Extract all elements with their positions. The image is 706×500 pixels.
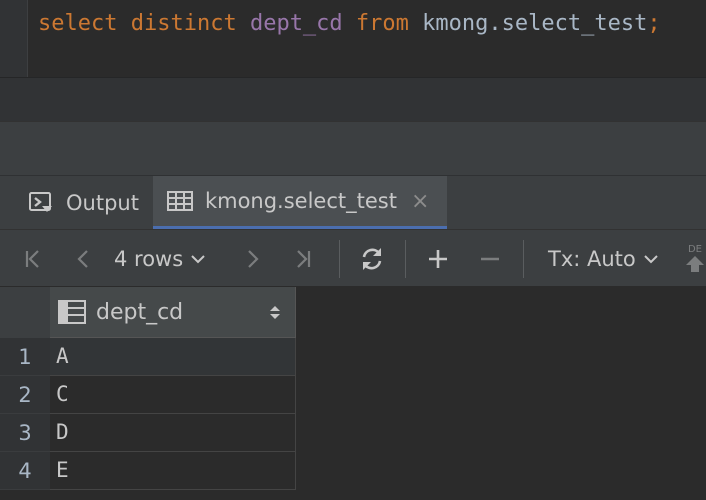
- sql-code-line[interactable]: select distinct dept_cd from kmong.selec…: [38, 7, 661, 41]
- console-output-icon: [28, 190, 54, 216]
- row-number[interactable]: 1: [0, 338, 50, 376]
- table-row[interactable]: 3 D: [0, 414, 296, 452]
- refresh-icon[interactable]: [352, 230, 392, 287]
- tab-select-test[interactable]: kmong.select_test ×: [152, 176, 448, 229]
- add-row-icon[interactable]: [420, 230, 456, 287]
- toolbar-divider: [339, 240, 340, 278]
- toolbar-divider: [523, 240, 524, 278]
- sql-keyword-select: select: [38, 11, 118, 36]
- chevron-down-icon: [644, 254, 658, 264]
- results-toolbar: 4 rows Tx: Auto DE: [0, 229, 706, 287]
- sql-keyword-from: from: [355, 11, 409, 36]
- column-header-label: dept_cd: [96, 299, 184, 325]
- table-cell[interactable]: D: [50, 414, 296, 452]
- sort-icon[interactable]: [269, 299, 281, 325]
- tab-output-label: Output: [66, 190, 139, 215]
- tab-select-test-label: kmong.select_test: [204, 189, 397, 213]
- commit-button-clipped[interactable]: DE: [684, 230, 706, 287]
- row-number[interactable]: 3: [0, 414, 50, 452]
- sql-editor[interactable]: select distinct dept_cd from kmong.selec…: [0, 0, 706, 77]
- first-page-icon[interactable]: [16, 230, 50, 287]
- editor-gutter: [0, 0, 28, 77]
- editor-lower-area: [0, 77, 706, 122]
- table-cell[interactable]: C: [50, 376, 296, 414]
- next-page-icon[interactable]: [236, 230, 270, 287]
- sql-column-name: dept_cd: [249, 11, 343, 36]
- row-number[interactable]: 4: [0, 452, 50, 490]
- table-row[interactable]: 1 A: [0, 338, 296, 376]
- row-count-dropdown[interactable]: 4 rows: [114, 230, 226, 287]
- table-row[interactable]: 4 E: [0, 452, 296, 490]
- last-page-icon[interactable]: [286, 230, 320, 287]
- table-cell[interactable]: E: [50, 452, 296, 490]
- transaction-mode-label: Tx: Auto: [548, 246, 636, 271]
- result-grid[interactable]: dept_cd 1 A 2 C 3 D 4 E: [0, 287, 706, 500]
- table-row[interactable]: 2 C: [0, 376, 296, 414]
- table-cell[interactable]: A: [50, 338, 296, 376]
- panel-splitter[interactable]: [0, 121, 706, 176]
- sql-terminator: ;: [647, 11, 661, 36]
- tab-output[interactable]: Output: [0, 176, 153, 229]
- previous-page-icon[interactable]: [66, 230, 100, 287]
- results-tab-bar: Output kmong.select_test ×: [0, 175, 706, 229]
- row-number[interactable]: 2: [0, 376, 50, 414]
- toolbar-divider: [405, 240, 406, 278]
- sql-keyword-distinct: distinct: [130, 11, 237, 36]
- transaction-mode-dropdown[interactable]: Tx: Auto: [548, 230, 666, 287]
- chevron-down-icon: [191, 254, 205, 264]
- commit-button-label: DE: [687, 243, 703, 255]
- delete-row-icon[interactable]: [472, 230, 508, 287]
- column-header-dept-cd[interactable]: dept_cd: [50, 287, 296, 338]
- arrow-up-icon: [686, 255, 704, 272]
- column-icon: [58, 299, 86, 325]
- sql-table-name: kmong.select_test: [422, 11, 648, 36]
- grid-corner[interactable]: [0, 287, 50, 338]
- close-icon[interactable]: ×: [411, 189, 429, 214]
- table-grid-icon: [166, 188, 193, 214]
- row-count-label: 4 rows: [114, 246, 184, 271]
